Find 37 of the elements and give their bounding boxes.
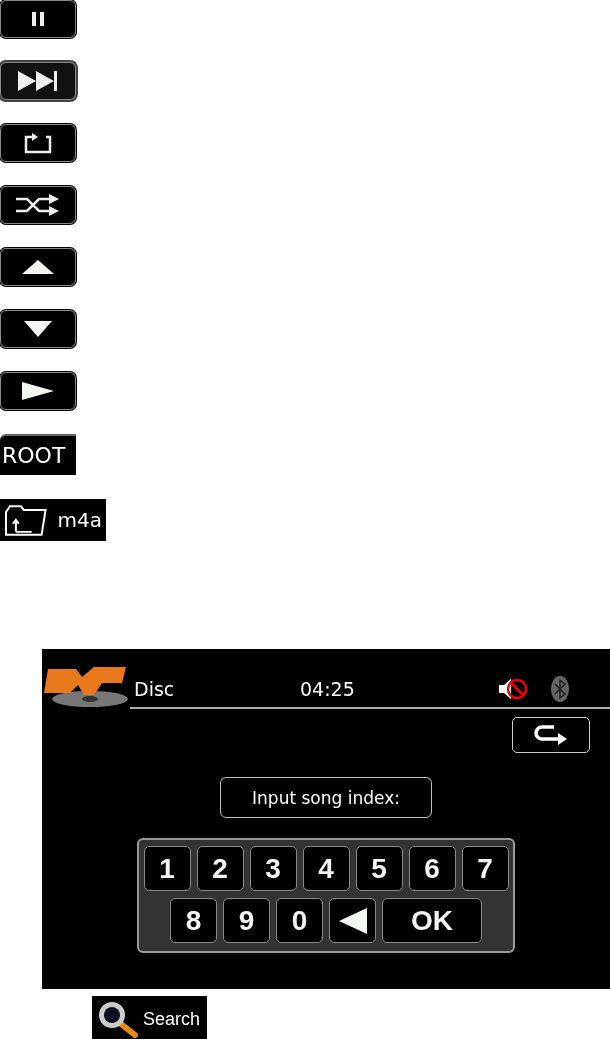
digit-key[interactable]: 8 (170, 898, 217, 943)
next-track-button[interactable] (0, 62, 76, 100)
shuffle-icon (15, 194, 61, 216)
source-label: Disc (134, 678, 176, 700)
up-button[interactable] (0, 248, 76, 286)
play-icon (22, 382, 54, 400)
play-button[interactable] (0, 372, 76, 410)
backspace-key[interactable] (329, 898, 376, 943)
digit-key[interactable]: 4 (302, 846, 350, 891)
search-button[interactable]: Search (92, 996, 207, 1039)
triangle-up-icon (22, 260, 54, 274)
bluetooth-icon (550, 675, 570, 703)
repeat-button[interactable] (0, 124, 76, 162)
pause-icon (31, 11, 45, 27)
down-button[interactable] (0, 310, 76, 348)
prompt-label: Input song index: (220, 777, 432, 818)
return-button[interactable] (512, 717, 590, 753)
clock-time: 04:25 (300, 678, 356, 700)
pause-button[interactable] (0, 0, 76, 38)
digit-key[interactable]: 7 (461, 846, 509, 891)
root-button[interactable]: ROOT (0, 434, 76, 475)
digit-key[interactable]: 6 (408, 846, 456, 891)
folder-icon (4, 504, 48, 536)
digit-key[interactable]: 9 (223, 898, 270, 943)
digit-key[interactable]: 0 (276, 898, 323, 943)
triangle-left-icon (338, 907, 367, 934)
shuffle-button[interactable] (0, 186, 76, 224)
triangle-down-icon (24, 321, 52, 337)
digit-key[interactable]: 2 (196, 846, 244, 891)
digit-key[interactable]: 1 (143, 846, 191, 891)
folder-button[interactable]: m4a (0, 499, 106, 541)
repeat-icon (22, 132, 54, 154)
ok-key[interactable]: OK (382, 898, 482, 943)
skip-forward-icon (17, 70, 59, 92)
digit-key[interactable]: 3 (249, 846, 297, 891)
return-arrow-icon (534, 724, 568, 746)
digit-key[interactable]: 5 (355, 846, 403, 891)
